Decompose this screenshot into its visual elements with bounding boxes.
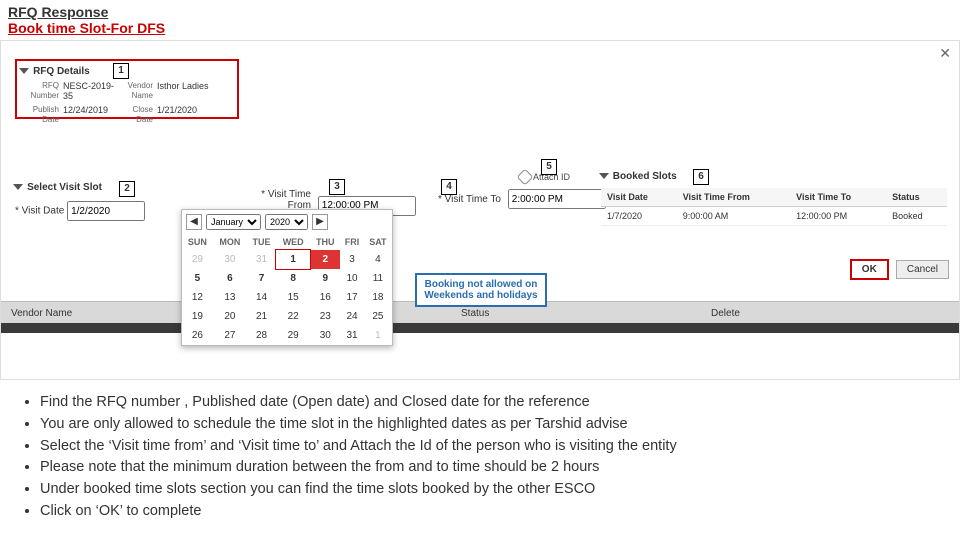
visit-time-from-label: * Visit Time From — [261, 189, 311, 211]
collapse-icon[interactable] — [599, 173, 609, 179]
visit-date-label: * Visit Date — [15, 206, 64, 217]
instruction-list: Find the RFQ number , Published date (Op… — [0, 380, 960, 535]
visit-time-to-input[interactable] — [508, 189, 606, 209]
list-item: Please note that the minimum duration be… — [40, 457, 938, 479]
col-time-from: Visit Time From — [677, 188, 790, 207]
booked-slots-header: Booked Slots — [613, 171, 677, 182]
publish-date-label: Publish Date — [21, 105, 59, 125]
list-item: Find the RFQ number , Published date (Op… — [40, 392, 938, 414]
prev-month-icon[interactable]: ◀ — [186, 214, 202, 230]
dialog-actions: OK Cancel — [846, 259, 949, 280]
vendor-name-label: Vendor Name — [115, 81, 153, 101]
paperclip-icon — [517, 169, 534, 186]
close-date-label: Close Date — [115, 105, 153, 125]
callout-2: 2 — [119, 181, 135, 197]
booked-slots-panel: Booked Slots Visit Date Visit Time From … — [601, 171, 947, 226]
select-visit-slot-header: Select Visit Slot — [15, 181, 102, 193]
grid-divider — [1, 323, 959, 333]
calendar-grid: SUNMONTUEWEDTHUFRISAT 2930311234 5678910… — [182, 234, 392, 345]
table-row: 1/7/2020 9:00:00 AM 12:00:00 PM Booked — [601, 207, 947, 226]
page-title-2: Book time Slot-For DFS — [0, 20, 960, 40]
callout-6: 6 — [693, 169, 709, 185]
callout-4: 4 — [441, 179, 457, 195]
rfq-number-value: NESC-2019-35 — [63, 81, 115, 101]
page-title-1: RFQ Response — [0, 0, 960, 20]
list-item: Click on ‘OK’ to complete — [40, 501, 938, 523]
visit-date-field: * Visit Date — [15, 201, 145, 221]
app-screenshot: ✕ RFQ Details RFQ Number NESC-2019-35 Ve… — [0, 40, 960, 380]
list-item: Under booked time slots section you can … — [40, 479, 938, 501]
year-select[interactable]: 2020 — [265, 214, 308, 230]
vendor-name-value: Isthor Ladies — [157, 81, 209, 101]
collapse-icon[interactable] — [13, 184, 23, 190]
booking-restriction-note: Booking not allowed on Weekends and holi… — [415, 273, 547, 307]
rfq-details-header: RFQ Details — [33, 66, 90, 77]
callout-1: 1 — [113, 63, 129, 79]
next-month-icon[interactable]: ▶ — [312, 214, 328, 230]
list-item: You are only allowed to schedule the tim… — [40, 414, 938, 436]
visit-time-to-label: * Visit Time To — [429, 194, 501, 205]
col-vendor-name: Vendor Name — [1, 302, 171, 325]
col-status: Status — [886, 188, 947, 207]
month-select[interactable]: January — [206, 214, 261, 230]
booked-slots-table: Visit Date Visit Time From Visit Time To… — [601, 188, 947, 226]
visit-date-input[interactable] — [67, 201, 145, 221]
date-picker[interactable]: ◀ January 2020 ▶ SUNMONTUEWEDTHUFRISAT 2… — [181, 209, 393, 346]
col-delete: Delete — [701, 302, 750, 325]
callout-3: 3 — [329, 179, 345, 195]
callout-5: 5 — [541, 159, 557, 175]
col-visit-date: Visit Date — [601, 188, 677, 207]
close-icon[interactable]: ✕ — [939, 45, 951, 62]
cancel-button[interactable]: Cancel — [896, 260, 949, 279]
col-time-to: Visit Time To — [790, 188, 886, 207]
close-date-value: 1/21/2020 — [157, 105, 209, 125]
ok-button[interactable]: OK — [850, 259, 889, 280]
rfq-number-label: RFQ Number — [21, 81, 59, 101]
list-item: Select the ‘Visit time from’ and ‘Visit … — [40, 436, 938, 458]
collapse-icon[interactable] — [19, 68, 29, 74]
publish-date-value: 12/24/2019 — [63, 105, 115, 125]
